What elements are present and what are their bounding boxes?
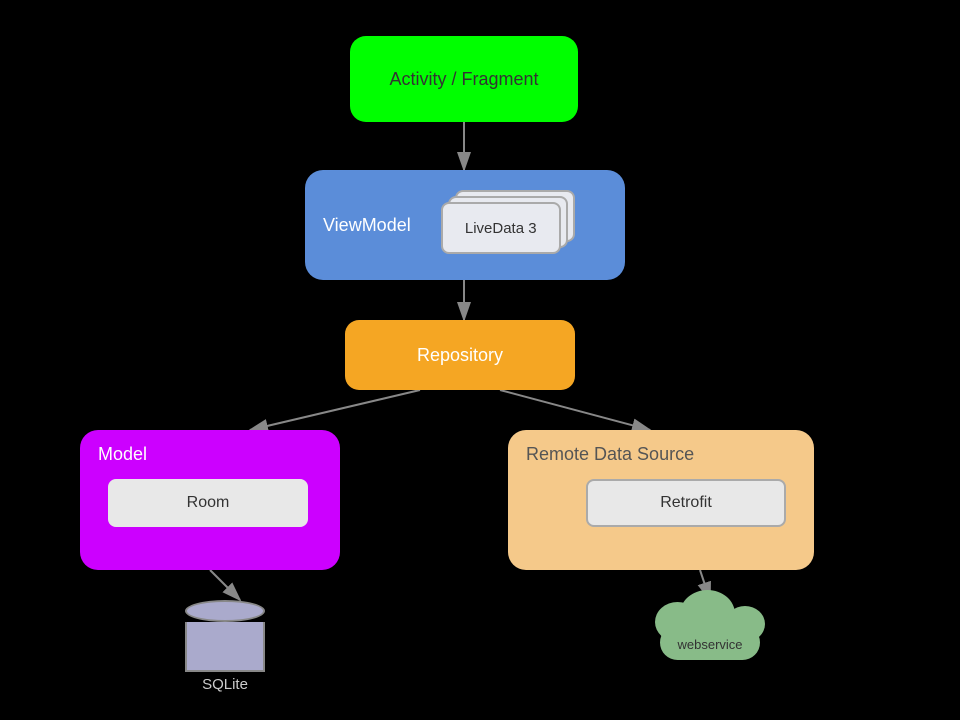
retrofit-label: Retrofit: [660, 494, 712, 512]
livedata-card-front: LiveData 3: [441, 202, 561, 254]
viewmodel-label: ViewModel: [323, 215, 411, 236]
remote-data-source-box: Remote Data Source Retrofit: [508, 430, 814, 570]
webservice-container: webservice: [650, 600, 770, 660]
activity-fragment-box: Activity / Fragment: [350, 36, 578, 122]
webservice-cloud: webservice: [650, 600, 770, 660]
repository-label: Repository: [417, 345, 503, 366]
remote-data-source-label: Remote Data Source: [526, 444, 694, 465]
livedata-stack: LiveData 3: [441, 190, 571, 260]
sqlite-cylinder-top: [185, 600, 265, 622]
sqlite-label: SQLite: [202, 676, 248, 693]
sqlite-container: SQLite: [185, 600, 265, 693]
repository-box: Repository: [345, 320, 575, 390]
room-card: Room: [108, 479, 308, 527]
model-label: Model: [98, 444, 147, 465]
webservice-text-label: webservice: [650, 637, 770, 652]
room-label: Room: [187, 494, 230, 512]
sqlite-cylinder-body: [185, 622, 265, 672]
diagram-container: Activity / Fragment ViewModel LiveData 3…: [0, 0, 960, 720]
retrofit-card: Retrofit: [586, 479, 786, 527]
viewmodel-box: ViewModel LiveData 3: [305, 170, 625, 280]
livedata-label: LiveData 3: [465, 220, 537, 237]
activity-fragment-label: Activity / Fragment: [389, 69, 538, 90]
model-box: Model Room: [80, 430, 340, 570]
